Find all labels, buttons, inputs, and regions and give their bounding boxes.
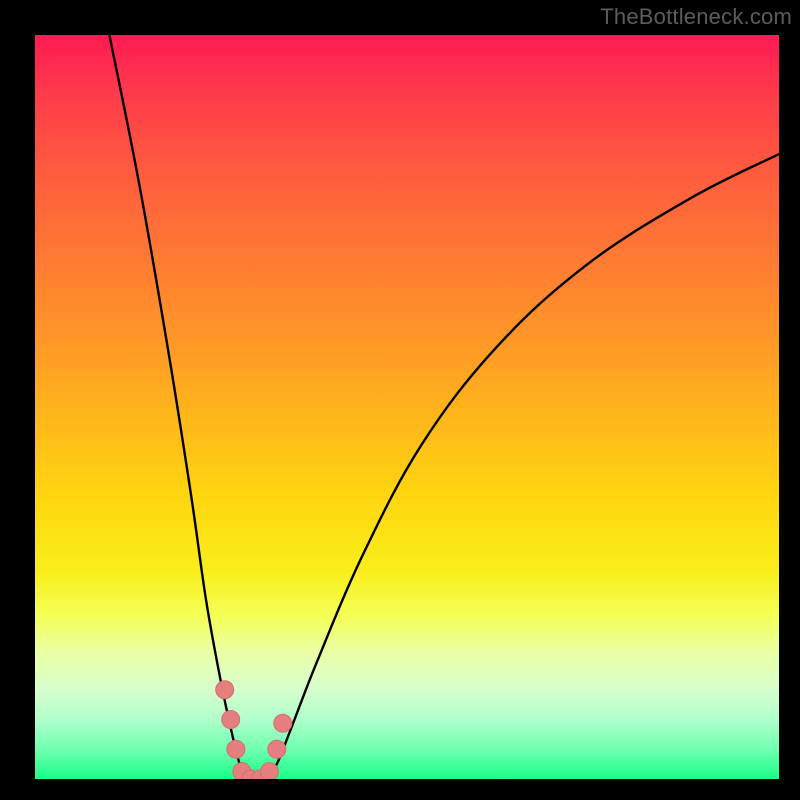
curve-marker: [274, 714, 292, 732]
curve-marker: [268, 740, 286, 758]
curve-marker: [222, 710, 240, 728]
curve-markers: [216, 681, 292, 779]
bottleneck-curve: [35, 35, 779, 779]
curve-marker: [260, 763, 278, 779]
chart-frame: TheBottleneck.com: [0, 0, 800, 800]
chart-plot-area: [35, 35, 779, 779]
curve-path: [109, 35, 779, 779]
curve-marker: [216, 681, 234, 699]
watermark-text: TheBottleneck.com: [600, 4, 792, 30]
curve-group: [109, 35, 779, 779]
curve-marker: [227, 740, 245, 758]
